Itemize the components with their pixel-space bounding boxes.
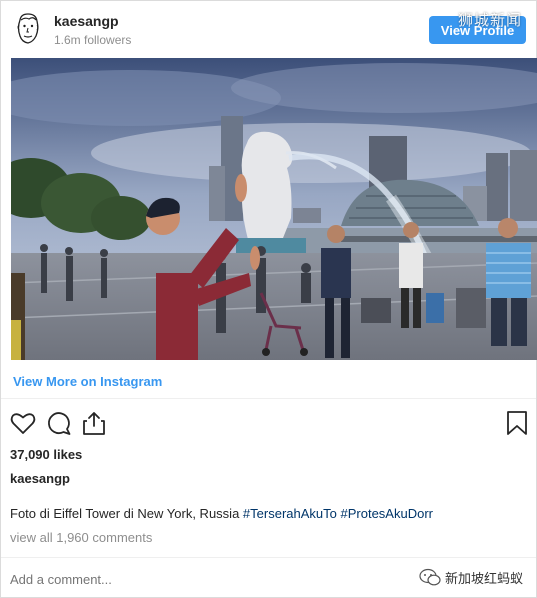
add-comment-input[interactable] xyxy=(10,572,400,587)
follower-count: 1.6m followers xyxy=(54,33,132,47)
instagram-embed-card: kaesangp 1.6m followers View Profile 狮城新… xyxy=(0,0,537,598)
comment-icon[interactable] xyxy=(45,409,73,437)
divider xyxy=(1,398,536,399)
bookmark-icon[interactable] xyxy=(503,409,531,437)
watermark-text: 新加坡红蚂蚁 xyxy=(445,570,524,586)
like-count[interactable]: 37,090 likes xyxy=(10,447,82,462)
post-caption: Foto di Eiffel Tower di New York, Russia… xyxy=(10,506,433,521)
post-photo[interactable] xyxy=(11,58,537,360)
username[interactable]: kaesangp xyxy=(54,13,119,29)
caption-text: Foto di Eiffel Tower di New York, Russia xyxy=(10,506,240,521)
heart-icon[interactable] xyxy=(9,409,37,437)
view-more-link[interactable]: View More on Instagram xyxy=(13,374,162,389)
wechat-icon xyxy=(419,568,441,586)
post-header: kaesangp 1.6m followers View Profile 狮城新… xyxy=(1,1,536,57)
action-bar xyxy=(1,409,536,441)
view-all-comments-link[interactable]: view all 1,960 comments xyxy=(10,530,152,545)
share-icon[interactable] xyxy=(80,409,108,437)
hashtag-link[interactable]: #TerserahAkuTo xyxy=(243,506,337,521)
watermark-text: 狮城新闻 xyxy=(458,12,523,29)
hashtag-link[interactable]: #ProtesAkuDorr xyxy=(341,506,433,521)
post-owner-username[interactable]: kaesangp xyxy=(10,471,70,486)
watermark: 新加坡红蚂蚁 xyxy=(419,563,523,591)
avatar[interactable] xyxy=(13,11,43,47)
merlion-photo-image xyxy=(11,58,537,360)
divider xyxy=(1,557,536,558)
